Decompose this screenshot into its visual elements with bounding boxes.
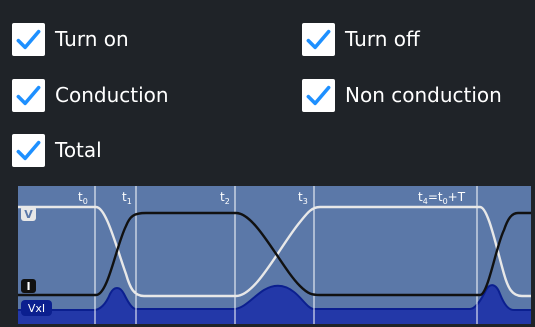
turn-off-option[interactable]: Turn off — [302, 21, 420, 57]
total-checkbox[interactable] — [12, 133, 45, 167]
switching-waveform-diagram: t0 t1 t2 t3 t4=t0+T V I VxI — [18, 186, 531, 324]
check-mark-icon — [16, 140, 41, 160]
check-mark-icon — [16, 85, 41, 105]
turn-off-label: Turn off — [345, 27, 420, 51]
conduction-option[interactable]: Conduction — [12, 77, 169, 113]
waveform-svg: t0 t1 t2 t3 t4=t0+T V I VxI — [18, 186, 531, 324]
v-signal-label: V — [24, 208, 33, 221]
total-option[interactable]: Total — [12, 132, 102, 168]
check-mark-icon — [16, 29, 41, 49]
turn-on-option[interactable]: Turn on — [12, 21, 129, 57]
check-mark-icon — [306, 85, 331, 105]
non-conduction-label: Non conduction — [345, 83, 502, 107]
total-label: Total — [55, 138, 102, 162]
conduction-label: Conduction — [55, 83, 169, 107]
i-signal-label: I — [26, 280, 30, 293]
check-mark-icon — [306, 29, 331, 49]
vxi-signal-label: VxI — [28, 302, 45, 315]
conduction-checkbox[interactable] — [12, 78, 45, 112]
turn-off-checkbox[interactable] — [302, 22, 335, 56]
non-conduction-option[interactable]: Non conduction — [302, 77, 502, 113]
turn-on-label: Turn on — [55, 27, 129, 51]
turn-on-checkbox[interactable] — [12, 22, 45, 56]
non-conduction-checkbox[interactable] — [302, 78, 335, 112]
